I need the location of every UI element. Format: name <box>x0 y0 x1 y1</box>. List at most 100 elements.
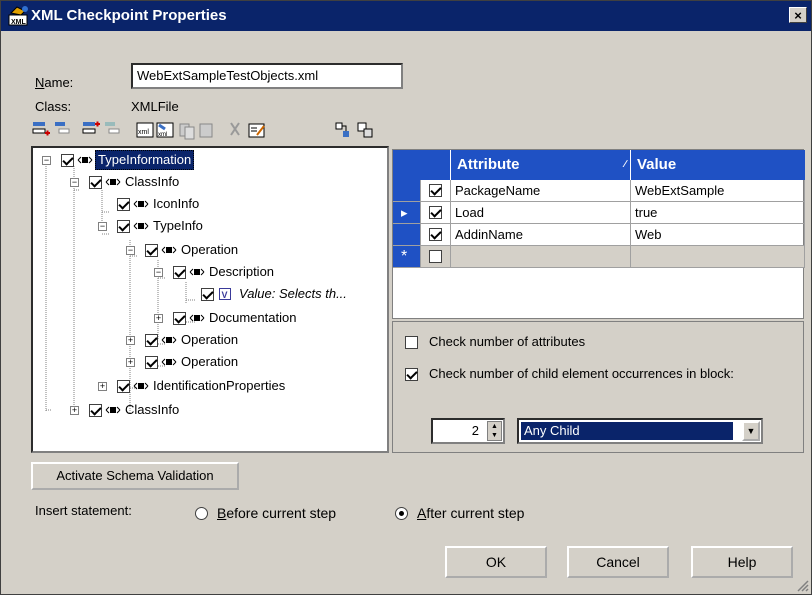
expand-toggle[interactable]: + <box>98 382 107 391</box>
expand-toggle[interactable]: + <box>126 358 135 367</box>
row-header[interactable]: ▸ <box>393 202 421 224</box>
node-checkbox[interactable] <box>61 154 74 167</box>
row-check-cell[interactable] <box>421 202 451 224</box>
sort-icon: ∕ <box>624 159 626 170</box>
value-cell[interactable]: WebExtSample <box>631 180 805 202</box>
tree-node[interactable]: + Documentation <box>145 308 355 328</box>
row-header[interactable] <box>393 224 421 246</box>
cut-icon[interactable] <box>225 119 245 141</box>
tree-node[interactable]: V Value: Selects th... <box>173 284 383 304</box>
collapse-toggle[interactable]: − <box>42 156 51 165</box>
node-checkbox[interactable] <box>145 334 158 347</box>
node-checkbox[interactable] <box>89 404 102 417</box>
chevron-down-icon[interactable]: ▼ <box>742 421 760 441</box>
spin-up-icon[interactable]: ▲ <box>488 422 501 431</box>
add-child-icon[interactable] <box>53 119 73 141</box>
tree-node[interactable]: − Operation <box>117 240 317 260</box>
xml-edit-icon[interactable]: xml <box>135 119 155 141</box>
xml-tree[interactable]: − TypeInformation − ClassInfo IconInfo −… <box>31 146 389 453</box>
element-icon <box>105 178 121 186</box>
row-checkbox[interactable] <box>429 184 442 197</box>
tree-node[interactable]: − ClassInfo <box>61 172 261 192</box>
value-cell[interactable]: true <box>631 202 805 224</box>
node-checkbox[interactable] <box>173 312 186 325</box>
table-row[interactable]: AddinName Web <box>393 224 805 246</box>
row-checkbox[interactable] <box>429 250 442 263</box>
row-checkbox[interactable] <box>429 206 442 219</box>
expand-toggle[interactable]: + <box>126 336 135 345</box>
table-row[interactable]: ▸ Load true <box>393 202 805 224</box>
node-checkbox[interactable] <box>201 288 214 301</box>
expand-icon[interactable] <box>333 119 353 141</box>
value-cell[interactable] <box>631 246 805 268</box>
help-button[interactable]: Help <box>691 546 793 578</box>
spinner-buttons[interactable]: ▲ ▼ <box>487 421 502 441</box>
attribute-cell[interactable]: Load <box>451 202 631 224</box>
tree-node-label: Documentation <box>209 310 297 325</box>
activate-schema-button[interactable]: Activate Schema Validation <box>31 462 239 490</box>
child-select-value: Any Child <box>521 422 733 440</box>
node-checkbox[interactable] <box>117 220 130 233</box>
cancel-button[interactable]: Cancel <box>567 546 669 578</box>
attribute-cell[interactable]: AddinName <box>451 224 631 246</box>
check-child-checkbox[interactable] <box>405 368 418 381</box>
tree-node[interactable]: + IdentificationProperties <box>89 376 329 396</box>
node-checkbox[interactable] <box>117 198 130 211</box>
tree-node[interactable]: + Operation <box>117 352 317 372</box>
resize-grip-icon[interactable] <box>795 578 809 592</box>
insert-element-icon[interactable] <box>81 119 101 141</box>
value-cell[interactable]: Web <box>631 224 805 246</box>
row-check-cell[interactable] <box>421 224 451 246</box>
attribute-cell[interactable]: PackageName <box>451 180 631 202</box>
before-radio[interactable] <box>195 507 208 520</box>
ok-button[interactable]: OK <box>445 546 547 578</box>
add-element-icon[interactable] <box>31 119 51 141</box>
row-header[interactable]: * <box>393 246 421 268</box>
node-checkbox[interactable] <box>145 244 158 257</box>
copy-icon[interactable] <box>177 119 197 141</box>
tree-node-label: Operation <box>181 354 239 369</box>
new-row[interactable]: * <box>393 246 805 268</box>
tree-node-label: IdentificationProperties <box>153 378 286 393</box>
collapse-toggle[interactable]: − <box>126 246 135 255</box>
attribute-grid[interactable]: Attribute ∕ Value PackageName WebExtSamp… <box>392 149 805 319</box>
attribute-cell[interactable] <box>451 246 631 268</box>
node-checkbox[interactable] <box>117 380 130 393</box>
attribute-column-header[interactable]: Attribute ∕ <box>451 150 631 180</box>
check-attrs-checkbox[interactable] <box>405 336 418 349</box>
edit-value-icon[interactable] <box>247 119 267 141</box>
name-field[interactable]: WebExtSampleTestObjects.xml <box>131 63 403 89</box>
tree-node[interactable]: + Operation <box>117 330 317 350</box>
row-checkbox[interactable] <box>429 228 442 241</box>
tree-node[interactable]: + ClassInfo <box>61 400 261 420</box>
expand-toggle[interactable]: + <box>154 314 163 323</box>
table-row[interactable]: PackageName WebExtSample <box>393 180 805 202</box>
title-bar: XML XML Checkpoint Properties × <box>1 1 811 31</box>
row-check-cell[interactable] <box>421 246 451 268</box>
collapse-toggle[interactable]: − <box>154 268 163 277</box>
node-checkbox[interactable] <box>89 176 102 189</box>
after-radio[interactable] <box>395 507 408 520</box>
attribute-header-label: Attribute <box>457 156 520 173</box>
collapse-toggle[interactable]: − <box>70 178 79 187</box>
paste-icon[interactable] <box>197 119 217 141</box>
tree-node-label: Value: Selects th... <box>239 286 347 301</box>
child-select[interactable]: Any Child ▼ <box>517 418 763 444</box>
spin-down-icon[interactable]: ▼ <box>488 431 501 440</box>
node-checkbox[interactable] <box>145 356 158 369</box>
xml-edit2-icon[interactable]: xml <box>155 119 175 141</box>
close-button[interactable]: × <box>789 7 807 23</box>
element-icon <box>133 222 149 230</box>
tree-node[interactable]: IconInfo <box>89 194 289 214</box>
tree-node[interactable]: − Description <box>145 262 345 282</box>
value-column-header[interactable]: Value <box>631 150 805 180</box>
node-checkbox[interactable] <box>173 266 186 279</box>
row-check-cell[interactable] <box>421 180 451 202</box>
row-header[interactable] <box>393 180 421 202</box>
collapse-toggle[interactable]: − <box>98 222 107 231</box>
collapse-icon[interactable] <box>355 119 375 141</box>
expand-toggle[interactable]: + <box>70 406 79 415</box>
tree-node[interactable]: − TypeInformation <box>33 150 233 170</box>
remove-element-icon[interactable] <box>103 119 123 141</box>
tree-node[interactable]: − TypeInfo <box>89 216 289 236</box>
